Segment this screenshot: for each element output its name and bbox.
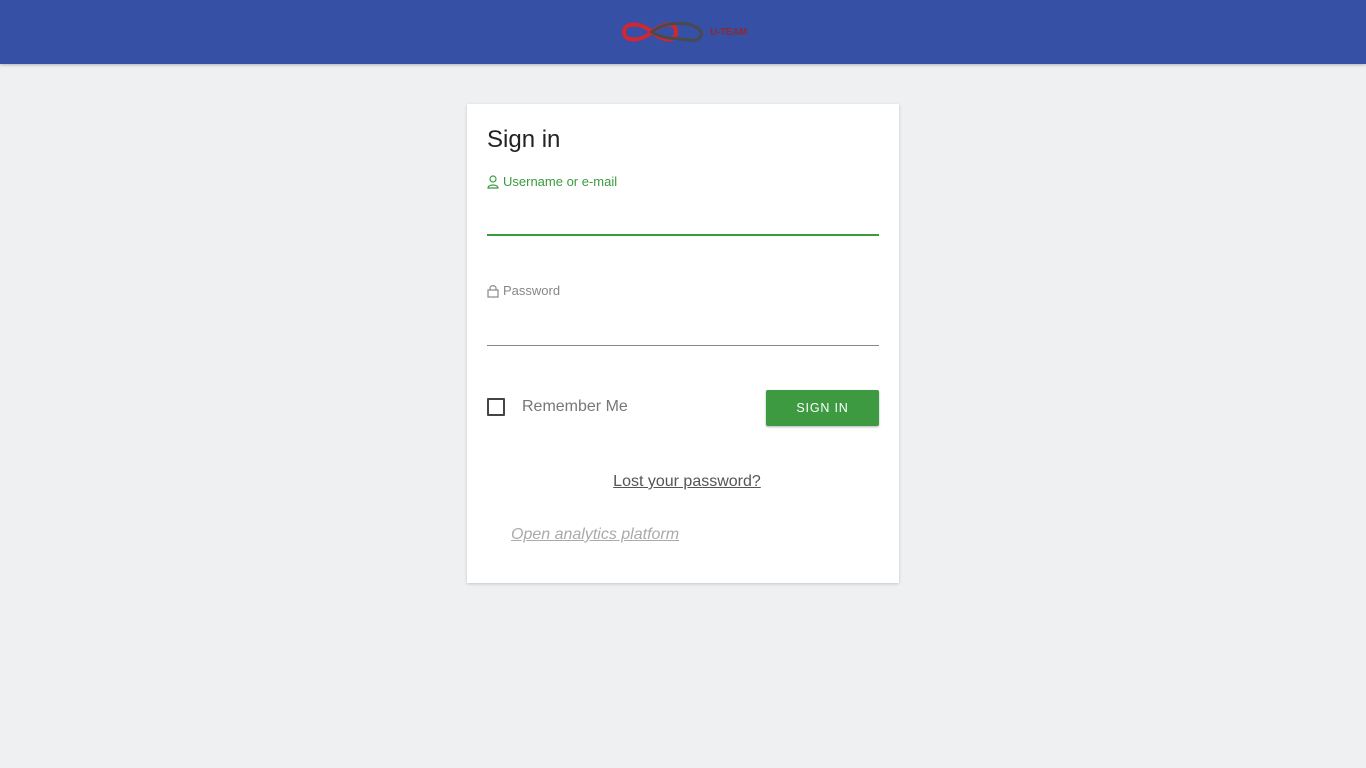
password-label: Password xyxy=(487,283,560,298)
lost-password-link[interactable]: Lost your password? xyxy=(467,473,907,491)
lock-icon xyxy=(487,284,499,298)
logo[interactable]: U-TEAM xyxy=(618,16,748,48)
checkbox-box[interactable] xyxy=(487,398,505,416)
logo-text: U-TEAM xyxy=(710,26,748,38)
sign-in-button[interactable]: SIGN IN xyxy=(766,390,879,426)
remember-me-checkbox[interactable]: Remember Me xyxy=(487,398,628,416)
remember-me-label[interactable]: Remember Me xyxy=(522,398,628,416)
top-bar: U-TEAM xyxy=(0,0,1366,64)
open-analytics-link[interactable]: Open analytics platform xyxy=(511,526,679,544)
infinity-logo-icon xyxy=(621,22,703,42)
sign-in-card: Sign in Username or e-mail Password Reme… xyxy=(467,104,899,583)
username-label-text: Username or e-mail xyxy=(503,174,618,189)
username-input[interactable] xyxy=(487,206,879,236)
username-label: Username or e-mail xyxy=(487,174,617,189)
page-title: Sign in xyxy=(487,126,561,153)
user-icon xyxy=(487,174,499,189)
password-label-text: Password xyxy=(503,283,561,298)
password-input[interactable] xyxy=(487,315,879,346)
